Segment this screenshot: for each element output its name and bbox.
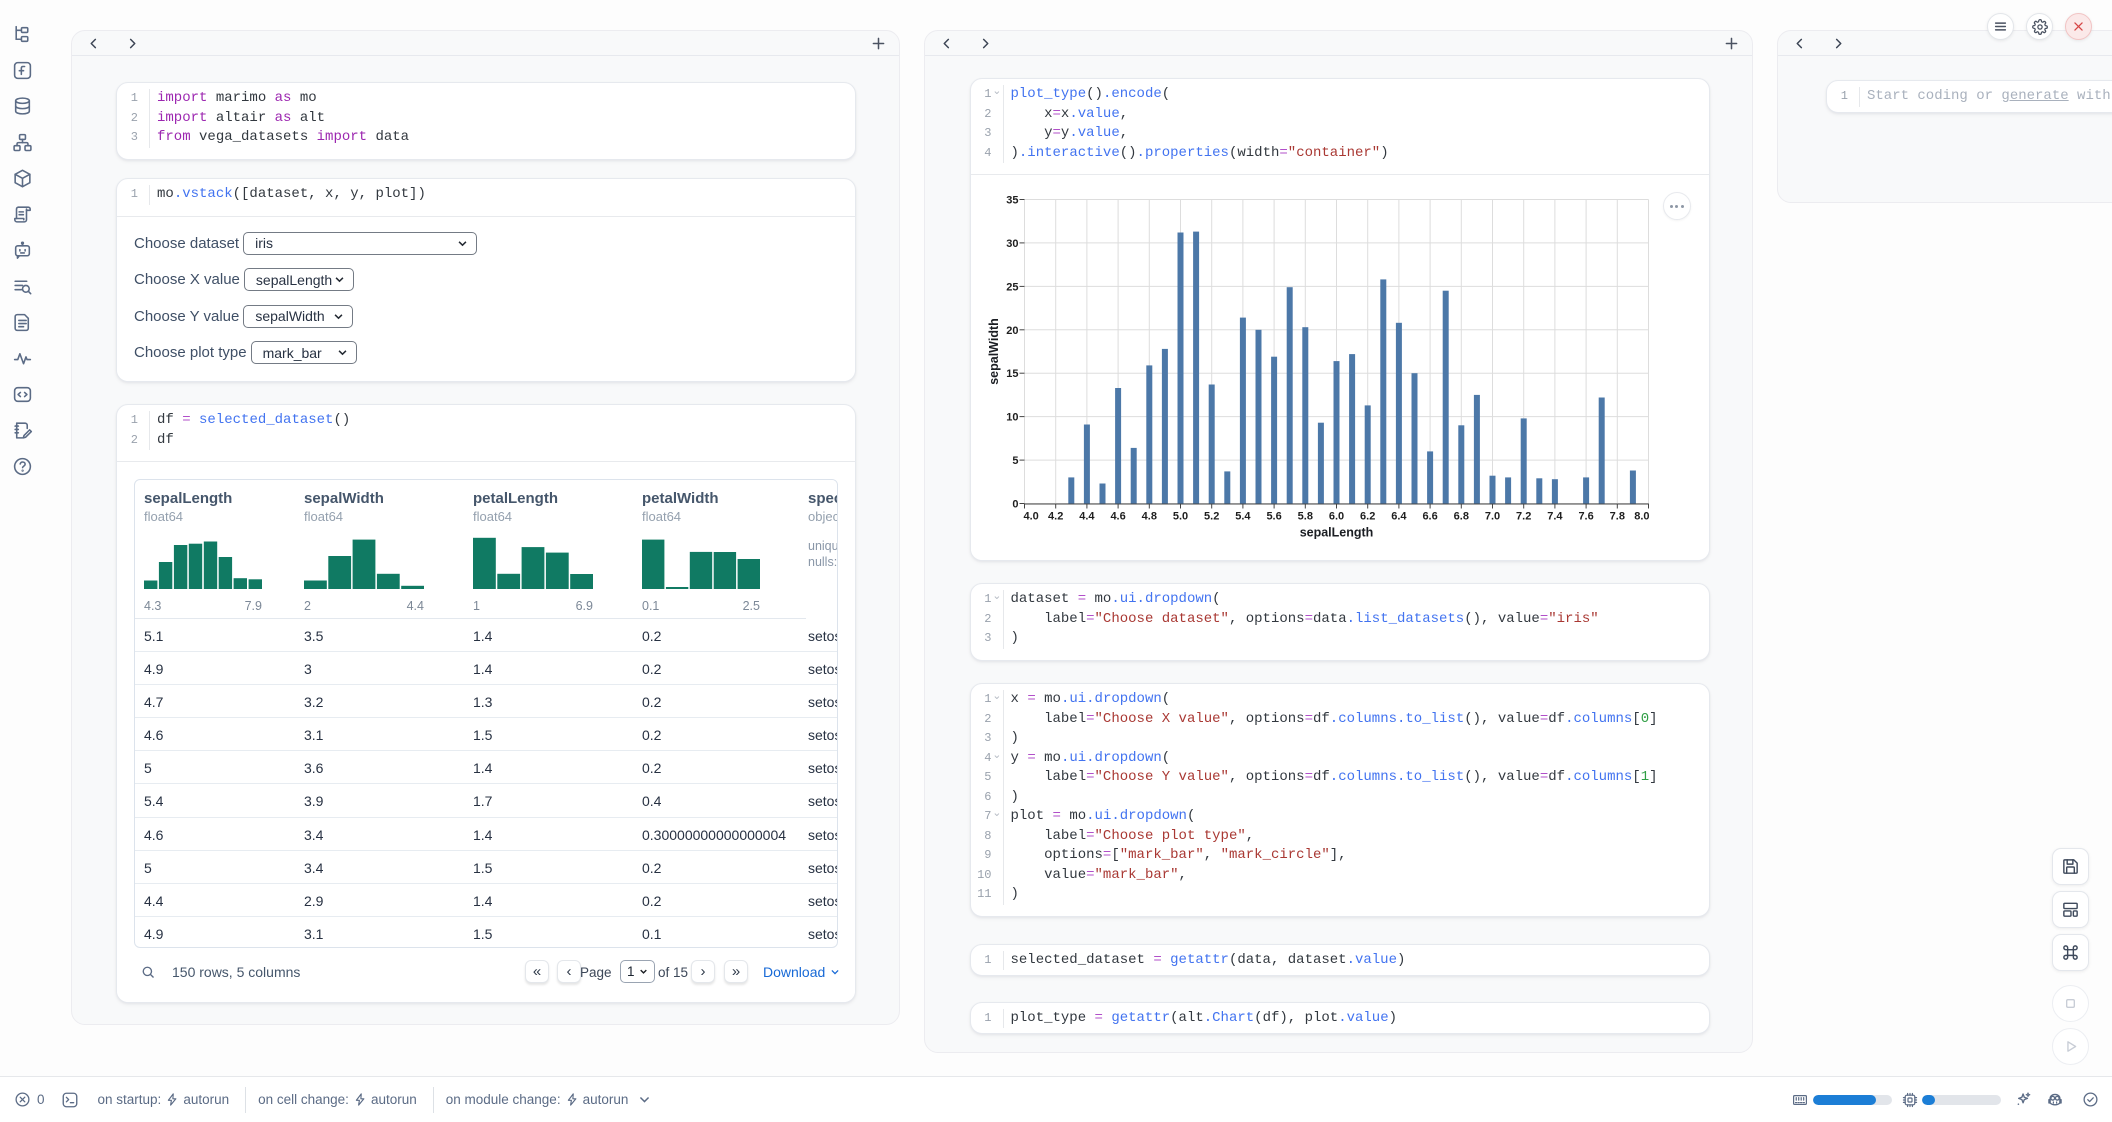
svg-text:6.8: 6.8 xyxy=(1453,511,1468,523)
svg-text:7.4: 7.4 xyxy=(1547,511,1563,523)
svg-text:7.6: 7.6 xyxy=(1578,511,1593,523)
svg-text:sepalWidth: sepalWidth xyxy=(987,318,1001,385)
svg-text:5.2: 5.2 xyxy=(1204,511,1219,523)
svg-text:8.0: 8.0 xyxy=(1634,511,1649,523)
svg-text:4.0: 4.0 xyxy=(1023,511,1038,523)
svg-text:15: 15 xyxy=(1006,368,1018,380)
svg-text:5.6: 5.6 xyxy=(1266,511,1281,523)
svg-text:7.0: 7.0 xyxy=(1484,511,1499,523)
svg-text:7.2: 7.2 xyxy=(1516,511,1531,523)
svg-text:6.6: 6.6 xyxy=(1422,511,1437,523)
svg-text:5.8: 5.8 xyxy=(1297,511,1312,523)
svg-text:6.0: 6.0 xyxy=(1328,511,1343,523)
svg-text:25: 25 xyxy=(1006,281,1018,293)
svg-text:4.8: 4.8 xyxy=(1141,511,1156,523)
svg-text:4.4: 4.4 xyxy=(1079,511,1095,523)
svg-text:20: 20 xyxy=(1006,325,1018,337)
svg-text:5: 5 xyxy=(1012,455,1018,467)
svg-text:0: 0 xyxy=(1012,499,1018,511)
svg-text:5.4: 5.4 xyxy=(1235,511,1251,523)
svg-text:sepalLength: sepalLength xyxy=(1299,526,1373,540)
svg-text:6.4: 6.4 xyxy=(1391,511,1407,523)
svg-text:5.0: 5.0 xyxy=(1172,511,1187,523)
svg-text:35: 35 xyxy=(1006,195,1018,207)
svg-text:6.2: 6.2 xyxy=(1360,511,1375,523)
svg-text:30: 30 xyxy=(1006,238,1018,250)
svg-text:10: 10 xyxy=(1006,412,1018,424)
svg-text:7.8: 7.8 xyxy=(1609,511,1624,523)
svg-text:4.6: 4.6 xyxy=(1110,511,1125,523)
svg-text:4.2: 4.2 xyxy=(1048,511,1063,523)
